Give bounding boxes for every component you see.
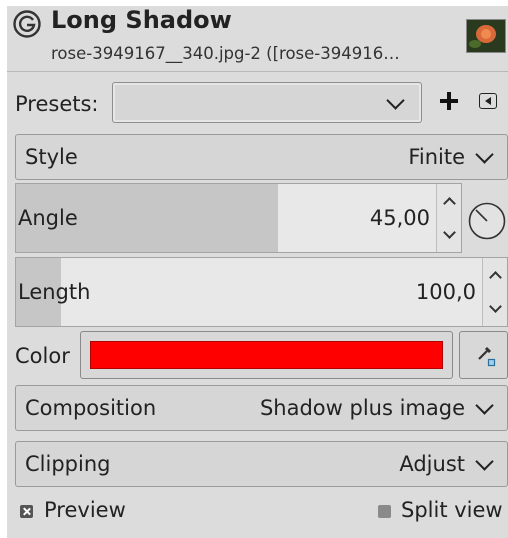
increment-icon[interactable] xyxy=(443,197,456,210)
image-subtitle: rose-3949167__340.jpg-2 ([rose-394916… xyxy=(51,44,400,63)
length-label: Length xyxy=(18,280,91,304)
long-shadow-dialog: Long Shadow rose-3949167__340.jpg-2 ([ro… xyxy=(7,6,508,538)
decrement-icon[interactable] xyxy=(443,226,456,239)
rose-image-thumbnail xyxy=(466,19,506,53)
composition-value: Shadow plus image xyxy=(259,396,465,420)
color-label: Color xyxy=(15,344,70,368)
eyedropper-icon xyxy=(478,346,496,367)
preview-checkbox[interactable] xyxy=(20,505,33,518)
style-label: Style xyxy=(25,145,78,169)
presets-label: Presets: xyxy=(15,92,99,116)
angle-dial-icon[interactable] xyxy=(467,201,507,241)
color-swatch xyxy=(90,341,443,369)
angle-value: 45,00 xyxy=(369,206,430,230)
clipping-label: Clipping xyxy=(25,452,111,476)
split-view-checkbox[interactable] xyxy=(378,505,391,518)
decrement-icon[interactable] xyxy=(489,300,502,313)
presets-menu-button[interactable] xyxy=(479,93,497,109)
length-value: 100,0 xyxy=(415,280,476,304)
length-stepper[interactable] xyxy=(482,258,507,326)
style-combo[interactable]: Style Finite xyxy=(15,134,508,180)
angle-spin-scale[interactable]: Angle 45,00 xyxy=(15,183,462,253)
clipping-combo[interactable]: Clipping Adjust xyxy=(15,441,508,487)
split-view-label[interactable]: Split view xyxy=(401,498,503,522)
gegl-logo-icon xyxy=(13,10,41,38)
increment-icon[interactable] xyxy=(489,271,502,284)
header-separator xyxy=(7,71,508,72)
length-spin-scale[interactable]: Length 100,0 xyxy=(15,257,508,327)
presets-combo[interactable] xyxy=(112,82,422,123)
dialog-title: Long Shadow xyxy=(51,6,232,34)
chevron-down-icon xyxy=(475,452,494,471)
style-value: Finite xyxy=(408,145,465,169)
color-picker-button[interactable] xyxy=(459,331,508,379)
angle-stepper[interactable] xyxy=(436,184,461,252)
chevron-down-icon xyxy=(475,145,494,164)
composition-combo[interactable]: Composition Shadow plus image xyxy=(15,385,508,431)
angle-label: Angle xyxy=(18,206,78,230)
preview-label[interactable]: Preview xyxy=(44,498,126,522)
chevron-down-icon xyxy=(386,91,405,110)
chevron-down-icon xyxy=(475,396,494,415)
add-preset-button[interactable] xyxy=(438,90,460,112)
composition-label: Composition xyxy=(25,396,157,420)
color-button[interactable] xyxy=(80,331,453,379)
clipping-value: Adjust xyxy=(399,452,465,476)
